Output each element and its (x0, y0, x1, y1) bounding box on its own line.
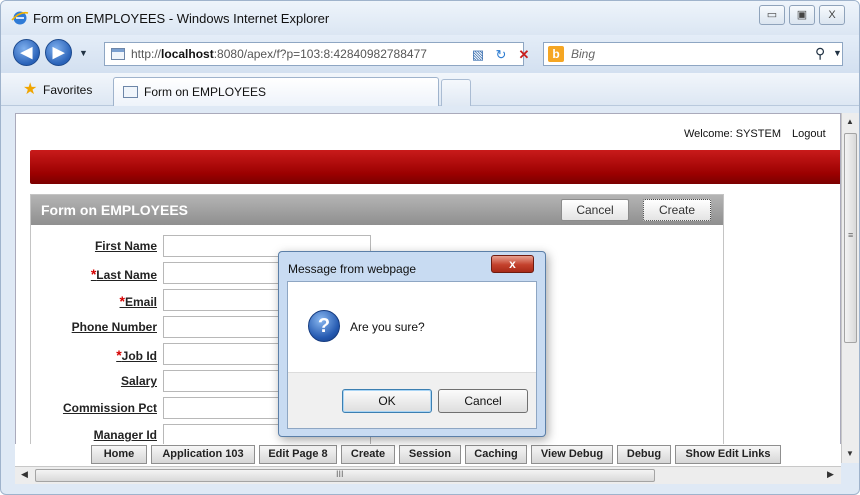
vertical-scrollbar[interactable]: ▲ ≡ ▼ (841, 113, 859, 463)
cancel-button[interactable]: Cancel (438, 389, 528, 413)
scroll-down-icon[interactable]: ▼ (846, 449, 854, 458)
header-banner (30, 150, 840, 184)
last-name-label: *Last Name (17, 266, 157, 282)
dev-home-button[interactable]: Home (91, 445, 147, 464)
search-placeholder: Bing (571, 47, 596, 61)
back-icon[interactable]: ◀ (13, 39, 40, 66)
search-icon[interactable]: ⚲ (815, 45, 825, 62)
field-label-text: Job Id (121, 349, 157, 363)
close-window-button[interactable]: X (819, 5, 845, 25)
cancel-form-button[interactable]: Cancel (561, 199, 629, 221)
field-label-text: Commission Pct (62, 401, 157, 415)
scroll-grip-icon: III (336, 469, 344, 479)
scroll-right-icon[interactable]: ▶ (827, 469, 834, 480)
forward-icon[interactable]: ▶ (45, 39, 72, 66)
email-label: *Email (17, 293, 157, 309)
vertical-scroll-thumb[interactable]: ≡ (844, 133, 857, 343)
scroll-grip-icon: ≡ (848, 230, 854, 240)
salary-label: Salary (17, 374, 157, 388)
address-host: localhost (161, 47, 214, 61)
dev-view-debug-button[interactable]: View Debug (531, 445, 613, 464)
favorites-bar: ★ Favorites Form on EMPLOYEES (1, 73, 859, 106)
search-dropdown-icon[interactable]: ▼ (833, 48, 842, 58)
page-icon (111, 48, 125, 60)
horizontal-scroll-thumb[interactable]: III (35, 469, 655, 482)
field-label-text: Phone Number (71, 320, 157, 334)
region-title: Form on EMPLOYEES (41, 202, 189, 218)
dev-create-button[interactable]: Create (341, 445, 395, 464)
new-tab-button[interactable] (441, 79, 471, 106)
tab-page-icon (123, 86, 138, 98)
question-icon: ? (308, 310, 340, 342)
field-label-text: Last Name (96, 268, 157, 282)
welcome-text: Welcome: SYSTEM (684, 128, 781, 140)
manager-id-label: Manager Id (17, 428, 157, 442)
refresh-icon[interactable]: ↻ (490, 44, 512, 66)
address-prefix: http:// (131, 47, 162, 61)
minimize-button[interactable]: ▭ (759, 5, 785, 25)
compatibility-view-icon[interactable]: ▧ (467, 44, 489, 66)
create-button[interactable]: Create (643, 199, 711, 221)
address-path: :8080/apex/f?p=103:8:42840982788477 (213, 47, 427, 61)
first-name-label: First Name (17, 239, 157, 253)
field-label-text: Manager Id (93, 428, 157, 442)
developer-toolbar: Home Application 103 Edit Page 8 Create … (15, 444, 841, 466)
scroll-up-icon[interactable]: ▲ (846, 117, 854, 126)
commission-pct-label: Commission Pct (17, 401, 157, 415)
navigation-bar: ◀ ▶ ▼ http://localhost:8080/apex/f?p=103… (1, 35, 859, 73)
field-label-text: First Name (94, 239, 157, 253)
favorites-button[interactable]: Favorites (43, 83, 92, 97)
bing-icon: b (548, 46, 564, 62)
logout-link[interactable]: Logout (792, 128, 826, 140)
phone-number-label: Phone Number (17, 320, 157, 334)
region-header: Form on EMPLOYEES Cancel Create (31, 195, 723, 225)
address-text[interactable]: http://localhost:8080/apex/f?p=103:8:428… (131, 47, 427, 61)
address-bar[interactable]: http://localhost:8080/apex/f?p=103:8:428… (104, 42, 550, 66)
field-label-text: Email (124, 295, 157, 309)
tab-label: Form on EMPLOYEES (144, 85, 267, 99)
dialog-title: Message from webpage (288, 262, 417, 276)
title-bar: Form on EMPLOYEES - Windows Internet Exp… (1, 1, 859, 35)
tab-form-on-employees[interactable]: Form on EMPLOYEES (113, 77, 439, 106)
scroll-left-icon[interactable]: ◀ (21, 469, 28, 480)
horizontal-scrollbar[interactable]: ◀ III ▶ (15, 466, 841, 484)
dialog-message: Are you sure? (350, 320, 425, 334)
dev-session-button[interactable]: Session (399, 445, 461, 464)
browser-window: Form on EMPLOYEES - Windows Internet Exp… (0, 0, 860, 495)
history-dropdown-icon[interactable]: ▼ (79, 48, 88, 58)
confirm-dialog: Message from webpage x ? Are you sure? O… (278, 251, 546, 437)
dev-edit-page-button[interactable]: Edit Page 8 (259, 445, 337, 464)
dialog-footer: OK Cancel (288, 372, 536, 428)
maximize-button[interactable]: ▣ (789, 5, 815, 25)
dev-debug-button[interactable]: Debug (617, 445, 671, 464)
stop-icon[interactable]: ✕ (513, 44, 535, 66)
dev-show-edit-links-button[interactable]: Show Edit Links (675, 445, 781, 464)
dialog-close-button[interactable]: x (491, 255, 534, 273)
ok-button[interactable]: OK (342, 389, 432, 413)
internet-explorer-icon (11, 11, 29, 25)
field-label-text: Salary (120, 374, 157, 388)
job-id-label: *Job Id (17, 347, 157, 363)
search-box[interactable]: b Bing (543, 42, 843, 66)
dialog-body: ? Are you sure? OK Cancel (287, 281, 537, 429)
dev-application-button[interactable]: Application 103 (151, 445, 255, 464)
dev-caching-button[interactable]: Caching (465, 445, 527, 464)
favorites-star-icon[interactable]: ★ (23, 79, 37, 99)
window-title: Form on EMPLOYEES - Windows Internet Exp… (33, 11, 330, 26)
